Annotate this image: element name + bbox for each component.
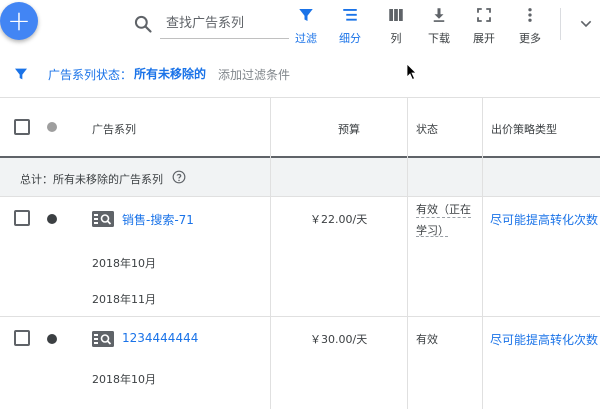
segment-row-month: 2018年11月: [92, 293, 156, 306]
bid-strategy-link[interactable]: 尽可能提高转化次数: [490, 211, 598, 228]
header-budget[interactable]: 预算: [338, 121, 360, 137]
segment-row-month: 2018年10月: [92, 373, 156, 386]
columns-button-label: 列: [390, 32, 402, 45]
total-label: 总计：所有未移除的广告系列: [20, 173, 163, 186]
plus-icon: +: [7, 4, 31, 37]
campaign-table: 广告系列 预算 状态 出价策略类型 总计：所有未移除的广告系列 销售-搜索-71…: [0, 97, 600, 409]
filter-bar: 广告系列状态： 所有未移除的 添加过滤条件: [0, 55, 600, 95]
download-button[interactable]: 下载: [423, 4, 455, 46]
download-button-label: 下载: [428, 32, 450, 45]
header-campaign[interactable]: 广告系列: [92, 121, 136, 137]
campaign-name-link[interactable]: 1234444444: [122, 331, 198, 345]
budget-value[interactable]: ￥30.00/天: [310, 331, 367, 347]
toolbar: + 过滤 细分 列 下载: [0, 0, 600, 50]
status-dot[interactable]: [47, 334, 57, 344]
more-button-label: 更多: [519, 32, 541, 45]
search-campaign-icon: [92, 331, 114, 347]
search-campaign-icon: [92, 211, 114, 227]
bid-strategy-link[interactable]: 尽可能提高转化次数: [490, 331, 598, 348]
header-bid-strategy[interactable]: 出价策略类型: [491, 121, 557, 137]
add-campaign-button[interactable]: +: [0, 2, 38, 40]
filter-status-value[interactable]: 所有未移除的: [134, 65, 206, 82]
expand-button-label: 展开: [473, 32, 495, 45]
columns-icon: [389, 9, 403, 21]
segment-button[interactable]: 细分: [334, 4, 366, 46]
row-checkbox[interactable]: [14, 330, 30, 346]
budget-value[interactable]: ￥22.00/天: [310, 211, 367, 227]
filter-status-label[interactable]: 广告系列状态：: [48, 66, 132, 83]
chevron-down-icon[interactable]: [578, 16, 594, 32]
status-dot[interactable]: [47, 214, 57, 224]
status-value[interactable]: 有效: [416, 331, 438, 347]
download-icon: [433, 8, 445, 22]
mouse-cursor-icon: [406, 63, 417, 81]
segment-icon: [343, 9, 357, 21]
columns-button[interactable]: 列: [380, 4, 412, 46]
more-button[interactable]: 更多: [514, 4, 546, 46]
toolbar-divider: [560, 8, 561, 40]
search-icon: [134, 15, 152, 33]
more-vert-icon: [528, 8, 532, 22]
campaign-name-link[interactable]: 销售-搜索-71: [122, 211, 194, 228]
header-status[interactable]: 状态: [416, 121, 438, 137]
segment-button-label: 细分: [339, 32, 361, 45]
add-filter-button[interactable]: 添加过滤条件: [218, 66, 290, 83]
search-input[interactable]: [160, 8, 289, 39]
row-checkbox[interactable]: [14, 210, 30, 226]
help-icon[interactable]: [172, 170, 186, 184]
filter-button-label: 过滤: [295, 32, 317, 45]
status-value[interactable]: 有效（正在: [416, 201, 471, 218]
filter-icon: [299, 9, 313, 21]
fullscreen-icon: [477, 8, 491, 22]
segment-row-month: 2018年10月: [92, 257, 156, 270]
status-underline: [416, 236, 448, 237]
select-all-checkbox[interactable]: [14, 119, 30, 135]
expand-button[interactable]: 展开: [468, 4, 500, 46]
filter-icon: [15, 68, 27, 80]
status-header-dot: [47, 122, 57, 132]
filter-button[interactable]: 过滤: [290, 4, 322, 46]
